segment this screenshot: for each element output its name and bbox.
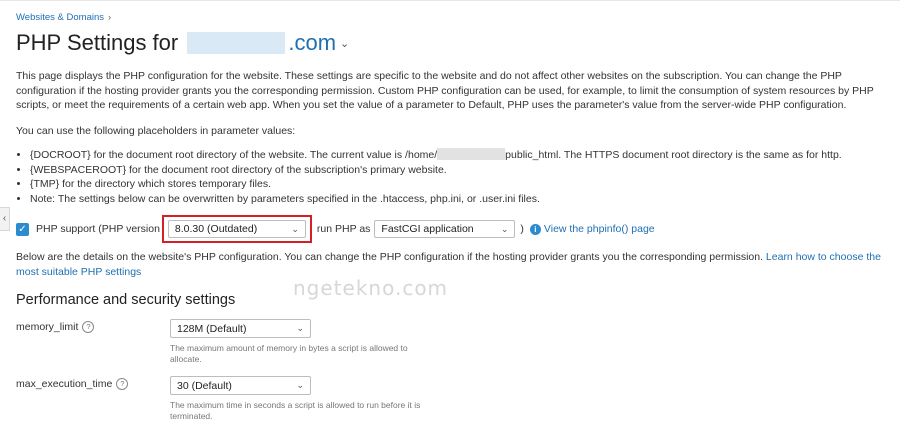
memory-limit-value: 128M (Default) (177, 322, 247, 335)
placeholders-intro: You can use the following placeholders i… (16, 125, 296, 137)
top-divider (0, 0, 900, 1)
chevron-down-icon: ⌄ (296, 323, 304, 333)
phpinfo-link[interactable]: View the phpinfo() page (544, 223, 655, 235)
php-support-label: PHP support (PHP version (36, 223, 160, 235)
php-version-highlight: 8.0.30 (Outdated) ⌄ (161, 215, 312, 243)
php-version-select[interactable]: 8.0.30 (Outdated) ⌄ (167, 220, 306, 238)
details-text: Below are the details on the website's P… (16, 251, 763, 263)
max-execution-time-description: The maximum time in seconds a script is … (170, 400, 421, 421)
chevron-down-icon: ⌄ (296, 380, 304, 390)
close-paren: ) (520, 223, 524, 235)
page-title: PHP Settings for .com ⌄ (16, 30, 349, 56)
breadcrumb: Websites & Domains › (16, 12, 111, 23)
sidebar-collapse-toggle[interactable]: ‹ (0, 207, 10, 231)
memory-limit-select[interactable]: 128M (Default) ⌄ (170, 319, 311, 338)
chevron-left-icon: ‹ (2, 213, 7, 224)
max-execution-time-value: 30 (Default) (177, 379, 232, 392)
domain-redaction (187, 32, 286, 54)
chevron-down-icon[interactable]: ⌄ (340, 38, 349, 50)
details-paragraph: Below are the details on the website's P… (16, 250, 884, 279)
chevron-down-icon: ⌄ (500, 223, 509, 234)
placeholder-list: {DOCROOT} for the document root director… (16, 148, 890, 206)
domain-switcher[interactable]: .com (288, 30, 336, 55)
max-execution-time-select[interactable]: 30 (Default) ⌄ (170, 376, 311, 395)
chevron-down-icon: ⌄ (291, 223, 299, 234)
php-handler-value: FastCGI application (381, 223, 474, 235)
info-icon: i (529, 223, 541, 235)
path-redaction (437, 148, 506, 160)
php-version-value: 8.0.30 (Outdated) (174, 223, 258, 235)
memory-limit-label: memory_limit? (16, 321, 95, 333)
page-title-prefix: PHP Settings for (16, 30, 179, 55)
list-item: {WEBSPACEROOT} for the document root dir… (30, 163, 890, 178)
memory-limit-description: The maximum amount of memory in bytes a … (170, 343, 408, 364)
question-icon[interactable]: ? (116, 378, 129, 390)
checkmark-icon: ✓ (18, 223, 27, 235)
list-item: {TMP} for the directory which stores tem… (30, 177, 890, 192)
breadcrumb-link-websites-domains[interactable]: Websites & Domains (16, 12, 104, 23)
section-title: Performance and security settings (16, 292, 236, 308)
php-support-checkbox[interactable]: ✓ (16, 222, 29, 236)
list-item: Note: The settings below can be overwrit… (30, 192, 890, 207)
run-php-as-label: run PHP as (316, 223, 371, 235)
question-icon[interactable]: ? (82, 321, 95, 333)
list-item: {DOCROOT} for the document root director… (30, 148, 890, 163)
chevron-right-icon: › (108, 12, 112, 23)
php-handler-select[interactable]: FastCGI application ⌄ (374, 220, 516, 238)
watermark: ngetekno.com (293, 276, 449, 300)
max-execution-time-label: max_execution_time? (16, 378, 129, 390)
php-support-row: ✓ PHP support (PHP version 8.0.30 (Outda… (16, 215, 655, 243)
intro-paragraph: This page displays the PHP configuration… (16, 70, 874, 111)
